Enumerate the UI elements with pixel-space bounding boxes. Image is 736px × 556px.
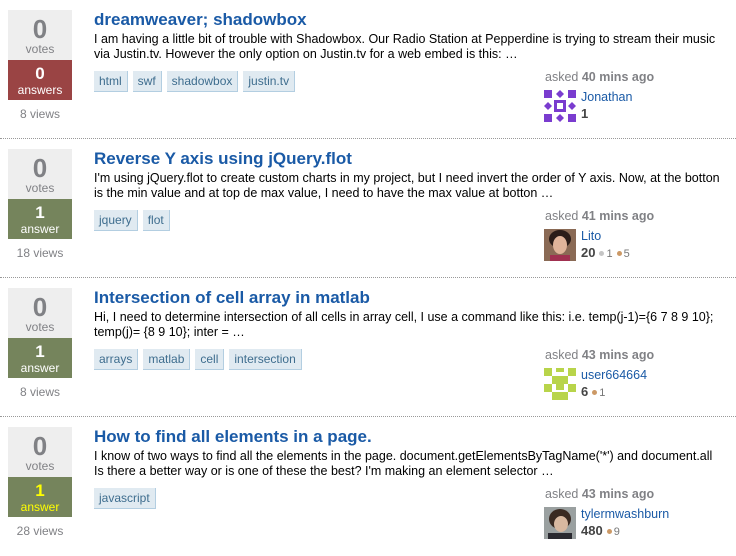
- bronze-badges: 9: [603, 526, 620, 538]
- vote-count-box: 0 votes: [8, 149, 72, 199]
- tag[interactable]: javascript: [94, 488, 156, 509]
- relative-time: 41 mins ago: [581, 209, 655, 223]
- bronze-badge-icon: [592, 390, 598, 395]
- silver-badges: 1: [595, 248, 613, 260]
- bronze-badges: 5: [613, 248, 630, 260]
- question-title-link[interactable]: dreamweaver; shadowbox: [94, 10, 307, 30]
- tag[interactable]: html: [94, 71, 128, 92]
- bronze-badge-icon: [616, 251, 622, 256]
- tag-list: javascript: [94, 488, 156, 509]
- user-info: Jonathan 1: [544, 90, 724, 124]
- reputation-score: 480 9: [581, 523, 620, 538]
- relative-time: 40 mins ago: [581, 70, 655, 84]
- vote-count: 0: [32, 431, 48, 461]
- asked-time: asked 40 mins ago: [545, 70, 655, 84]
- tag[interactable]: cell: [195, 349, 225, 370]
- user-avatar-icon[interactable]: [544, 90, 576, 122]
- tag-list: jquery flot: [94, 210, 170, 231]
- question-excerpt: I'm using jQuery.flot to create custom c…: [94, 171, 720, 200]
- view-count: 18 views: [16, 246, 64, 260]
- user-info: user664664 61: [544, 368, 724, 402]
- question-summary: 0 votes 0 answers 8 views dreamweaver; s…: [0, 0, 736, 139]
- question-title-link[interactable]: How to find all elements in a page.: [94, 427, 372, 447]
- tag[interactable]: flot: [142, 210, 170, 231]
- question-excerpt: I am having a little bit of trouble with…: [94, 32, 716, 61]
- question-summary: 0 votes 1 answer 28 views How to find al…: [0, 417, 736, 556]
- answer-count: 1: [35, 481, 45, 500]
- user-name-link[interactable]: Jonathan: [581, 90, 632, 104]
- user-name-link[interactable]: user664664: [581, 368, 647, 382]
- question-stats: 0 votes 0 answers 8 views: [8, 10, 72, 121]
- answer-label: answer: [20, 361, 60, 375]
- silver-badge-icon: [599, 251, 605, 256]
- vote-count-box: 0 votes: [8, 10, 72, 60]
- user-info: tylermwashburn 480 9: [544, 507, 724, 541]
- question-excerpt: I know of two ways to find all the eleme…: [94, 449, 713, 478]
- view-count: 8 views: [19, 385, 60, 399]
- vote-label: votes: [25, 320, 55, 334]
- relative-time: 43 mins ago: [581, 348, 655, 362]
- tag[interactable]: justin.tv: [243, 71, 296, 92]
- user-name-link[interactable]: Lito: [581, 229, 601, 243]
- question-stats: 0 votes 1 answer 28 views: [8, 427, 72, 538]
- question-stats: 0 votes 1 answer 18 views: [8, 149, 72, 260]
- tag-list: arrays matlab cell intersection: [94, 349, 302, 370]
- relative-time: 43 mins ago: [581, 487, 655, 501]
- bronze-badges: 1: [588, 387, 605, 399]
- asked-time: asked 43 mins ago: [545, 348, 655, 362]
- answer-count-box: 0 answers: [8, 60, 72, 100]
- question-stats: 0 votes 1 answer 8 views: [8, 288, 72, 399]
- asked-time: asked 43 mins ago: [545, 487, 655, 501]
- vote-count: 0: [32, 14, 48, 44]
- answer-count-box: 1 answer: [8, 338, 72, 378]
- vote-count: 0: [32, 292, 48, 322]
- answer-count: 0: [35, 64, 45, 83]
- view-count: 8 views: [19, 107, 60, 121]
- answer-count-box-accepted: 1 answer: [8, 477, 72, 517]
- question-title-link[interactable]: Reverse Y axis using jQuery.flot: [94, 149, 352, 169]
- vote-count: 0: [32, 153, 48, 183]
- answer-label: answer: [20, 222, 60, 236]
- question-title-link[interactable]: Intersection of cell array in matlab: [94, 288, 370, 308]
- vote-count-box: 0 votes: [8, 288, 72, 338]
- reputation-score: 20 1 5: [581, 245, 630, 260]
- vote-label: votes: [25, 459, 55, 473]
- question-summary: 0 votes 1 answer 8 views Intersection of…: [0, 278, 736, 417]
- user-name-link[interactable]: tylermwashburn: [581, 507, 669, 521]
- view-count: 28 views: [16, 524, 64, 538]
- answer-label: answer: [20, 500, 60, 514]
- tag[interactable]: shadowbox: [166, 71, 239, 92]
- tag[interactable]: arrays: [94, 349, 139, 370]
- answer-count: 1: [35, 342, 45, 361]
- vote-count-box: 0 votes: [8, 427, 72, 477]
- tag[interactable]: intersection: [229, 349, 302, 370]
- user-avatar-icon[interactable]: [544, 229, 576, 261]
- tag[interactable]: matlab: [143, 349, 191, 370]
- tag-list: html swf shadowbox justin.tv: [94, 71, 296, 92]
- answer-count: 1: [35, 203, 45, 222]
- question-summary: 0 votes 1 answer 18 views Reverse Y axis…: [0, 139, 736, 278]
- reputation-score: 1: [581, 106, 589, 121]
- answer-label: answers: [17, 83, 63, 97]
- user-avatar-icon[interactable]: [544, 368, 576, 400]
- bronze-badge-icon: [606, 529, 612, 534]
- user-avatar-icon[interactable]: [544, 507, 576, 539]
- reputation-score: 61: [581, 384, 606, 399]
- tag[interactable]: swf: [132, 71, 162, 92]
- asked-time: asked 41 mins ago: [545, 209, 655, 223]
- question-excerpt: Hi, I need to determine intersection of …: [94, 310, 714, 339]
- tag[interactable]: jquery: [94, 210, 138, 231]
- user-info: Lito 20 1 5: [544, 229, 724, 263]
- vote-label: votes: [25, 42, 55, 56]
- vote-label: votes: [25, 181, 55, 195]
- answer-count-box: 1 answer: [8, 199, 72, 239]
